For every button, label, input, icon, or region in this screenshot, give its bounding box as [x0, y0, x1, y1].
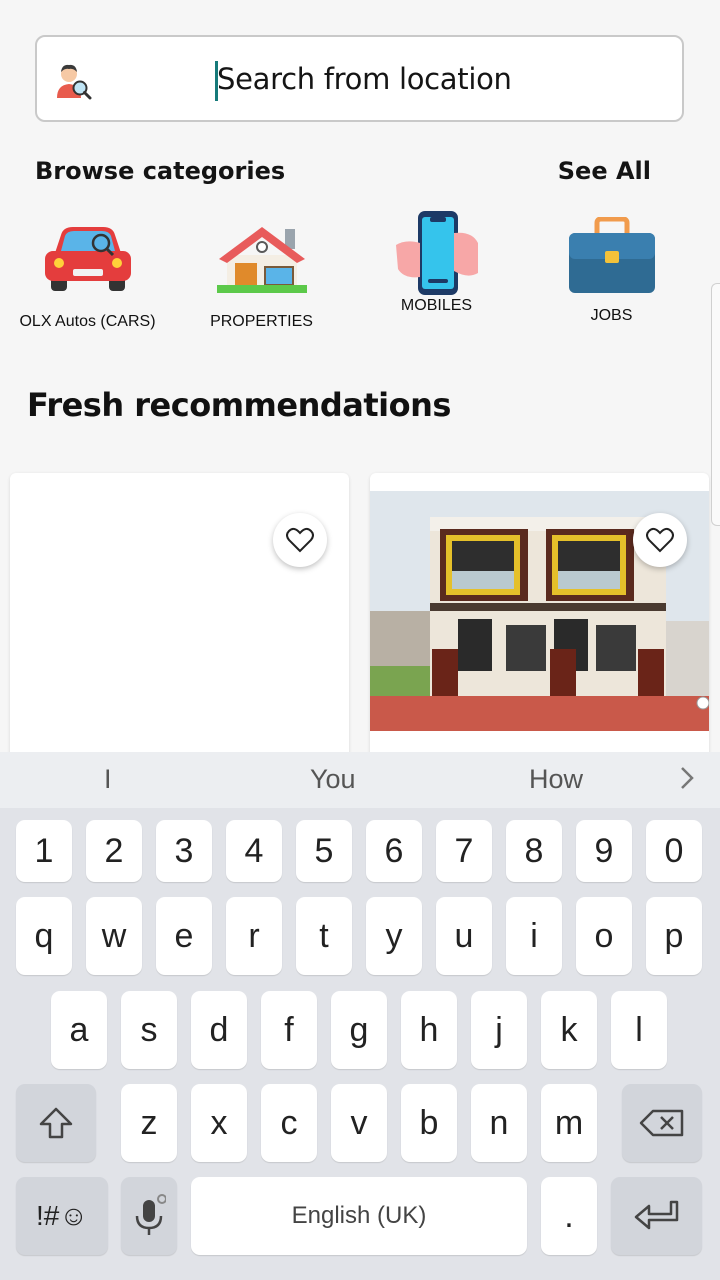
key-e[interactable]: e: [156, 897, 212, 975]
key-z[interactable]: z: [121, 1084, 177, 1162]
fresh-recommendations-title: Fresh recommendations: [27, 386, 451, 424]
key-n[interactable]: n: [471, 1084, 527, 1162]
see-all-link[interactable]: See All: [558, 157, 651, 185]
suggestion[interactable]: How: [529, 764, 583, 795]
microphone-key[interactable]: [121, 1177, 177, 1255]
chevron-right-icon[interactable]: [680, 766, 694, 794]
key-2[interactable]: 2: [86, 820, 142, 882]
favorite-button[interactable]: [633, 513, 687, 567]
key-7[interactable]: 7: [436, 820, 492, 882]
category-label: PROPERTIES: [210, 313, 313, 330]
category-jobs[interactable]: JOBS: [524, 217, 699, 325]
house-icon: [216, 227, 307, 293]
key-u[interactable]: u: [436, 897, 492, 975]
suggestion-bar: I You How: [0, 752, 720, 808]
key-8[interactable]: 8: [506, 820, 562, 882]
category-label: MOBILES: [400, 297, 473, 314]
key-f[interactable]: f: [261, 991, 317, 1069]
key-l[interactable]: l: [611, 991, 667, 1069]
key-c[interactable]: c: [261, 1084, 317, 1162]
key-m[interactable]: m: [541, 1084, 597, 1162]
heart-icon: [646, 527, 674, 553]
key-w[interactable]: w: [86, 897, 142, 975]
key-r[interactable]: r: [226, 897, 282, 975]
key-h[interactable]: h: [401, 991, 457, 1069]
key-i[interactable]: i: [506, 897, 562, 975]
backspace-icon: [639, 1109, 684, 1137]
enter-key[interactable]: [611, 1177, 702, 1255]
key-t[interactable]: t: [296, 897, 352, 975]
key-5[interactable]: 5: [296, 820, 352, 882]
favorite-button[interactable]: [273, 513, 327, 567]
enter-arrow-icon: [634, 1200, 678, 1230]
listing-card[interactable]: [370, 473, 709, 763]
key-p[interactable]: p: [646, 897, 702, 975]
microphone-icon: [135, 1194, 166, 1235]
key-b[interactable]: b: [401, 1084, 457, 1162]
shift-arrow-icon: [39, 1107, 73, 1139]
key-3[interactable]: 3: [156, 820, 212, 882]
category-label: OLX Autos (CARS): [19, 313, 156, 330]
key-1[interactable]: 1: [16, 820, 72, 882]
search-input[interactable]: Search from location: [217, 62, 512, 96]
period-key[interactable]: .: [541, 1177, 597, 1255]
key-o[interactable]: o: [576, 897, 632, 975]
key-x[interactable]: x: [191, 1084, 247, 1162]
category-cars[interactable]: OLX Autos (CARS): [0, 225, 175, 331]
scrollbar[interactable]: [711, 283, 720, 526]
key-y[interactable]: y: [366, 897, 422, 975]
mobile-phone-icon: [395, 211, 478, 295]
backspace-key[interactable]: [622, 1084, 702, 1162]
category-properties[interactable]: PROPERTIES: [174, 225, 349, 331]
suggestion[interactable]: You: [310, 764, 356, 795]
category-mobiles[interactable]: MOBILES: [349, 211, 524, 315]
symbols-key[interactable]: !#☺: [16, 1177, 108, 1255]
user-search-icon: [53, 60, 93, 100]
car-icon: [44, 227, 131, 291]
key-9[interactable]: 9: [576, 820, 632, 882]
key-6[interactable]: 6: [366, 820, 422, 882]
key-g[interactable]: g: [331, 991, 387, 1069]
key-s[interactable]: s: [121, 991, 177, 1069]
space-bar[interactable]: English (UK): [191, 1177, 527, 1255]
key-d[interactable]: d: [191, 991, 247, 1069]
briefcase-icon: [568, 217, 655, 293]
key-j[interactable]: j: [471, 991, 527, 1069]
soft-keyboard: I You How 1 2 3 4 5 6 7 8 9 0 q w e r t …: [0, 752, 720, 1280]
key-q[interactable]: q: [16, 897, 72, 975]
key-v[interactable]: v: [331, 1084, 387, 1162]
heart-icon: [286, 527, 314, 553]
search-bar[interactable]: Search from location: [35, 35, 684, 122]
key-0[interactable]: 0: [646, 820, 702, 882]
suggestion[interactable]: I: [104, 764, 112, 795]
key-a[interactable]: a: [51, 991, 107, 1069]
shift-key[interactable]: [16, 1084, 96, 1162]
browse-categories-title: Browse categories: [35, 157, 286, 185]
category-label: JOBS: [590, 307, 633, 324]
listing-card[interactable]: [10, 473, 349, 763]
gear-icon: [157, 1194, 166, 1204]
key-4[interactable]: 4: [226, 820, 282, 882]
key-k[interactable]: k: [541, 991, 597, 1069]
